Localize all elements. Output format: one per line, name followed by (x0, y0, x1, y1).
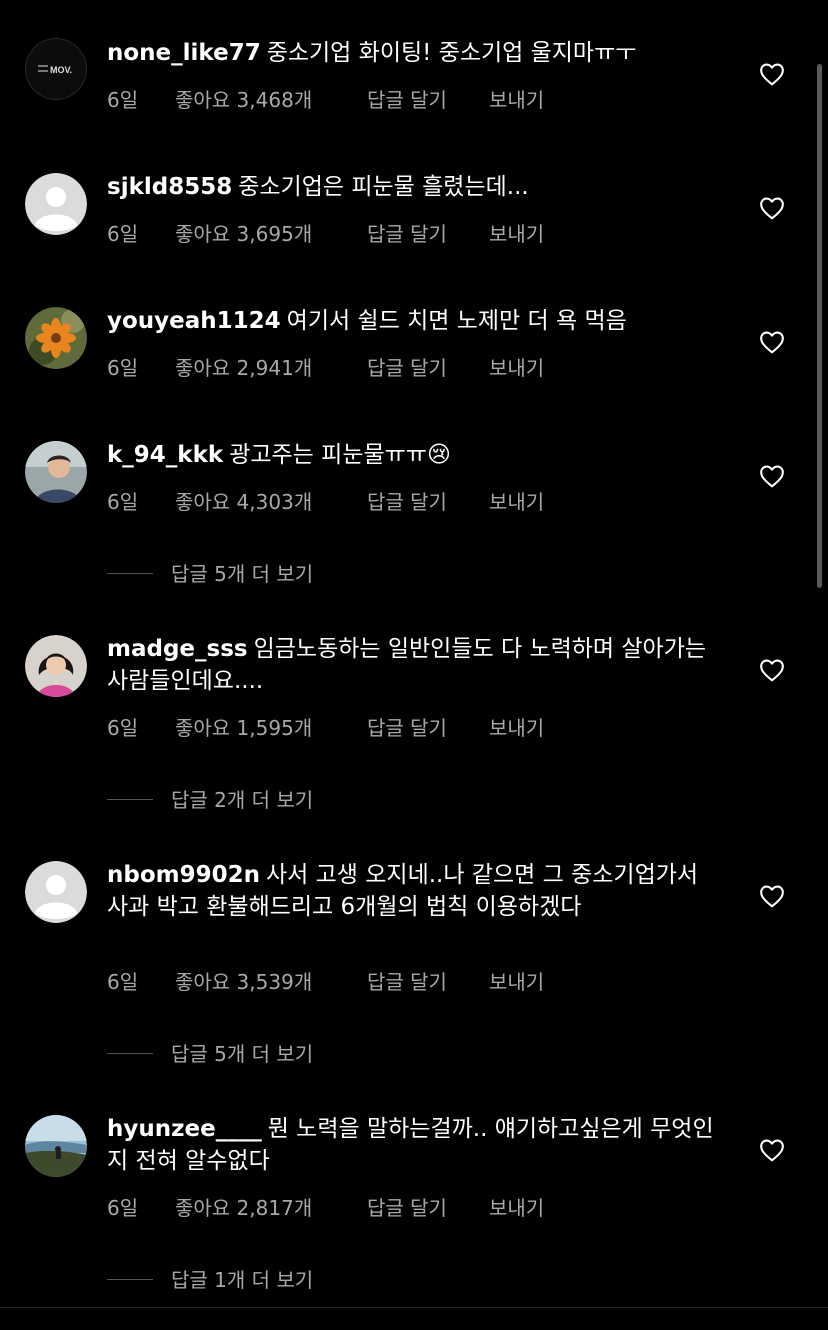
comment-username[interactable]: hyunzee____ (107, 1116, 262, 1142)
view-replies-button[interactable]: 답글 5개 더 보기 (107, 559, 367, 589)
reply-button[interactable]: 답글 달기 (367, 714, 489, 742)
reply-button[interactable]: 답글 달기 (367, 968, 489, 996)
heart-icon[interactable] (759, 196, 785, 220)
replies-divider-line (107, 573, 153, 574)
heart-icon[interactable] (759, 1138, 785, 1162)
comment-likes[interactable]: 좋아요 1,595개 (175, 714, 367, 742)
comment-body: 중소기업 화이팅! 중소기업 울지마ㅠㅜ (266, 40, 637, 66)
comment-likes[interactable]: 좋아요 4,303개 (175, 488, 367, 516)
default-avatar[interactable] (25, 173, 87, 235)
comment-likes[interactable]: 좋아요 3,468개 (175, 86, 367, 114)
send-button[interactable]: 보내기 (489, 1194, 544, 1222)
replies-divider-line (107, 799, 153, 800)
view-replies-label: 답글 5개 더 보기 (171, 1042, 314, 1066)
replies-divider-line (107, 1279, 153, 1280)
comment-text-block: none_like77 중소기업 화이팅! 중소기업 울지마ㅠㅜ (107, 37, 717, 69)
comment-username[interactable]: youyeah1124 (107, 308, 281, 334)
comment-likes[interactable]: 좋아요 2,817개 (175, 1194, 367, 1222)
send-button[interactable]: 보내기 (489, 354, 544, 382)
reply-button[interactable]: 답글 달기 (367, 354, 489, 382)
view-replies-label: 답글 1개 더 보기 (171, 1268, 314, 1292)
comment-time: 6일 (107, 970, 139, 994)
comment-meta: 6일 좋아요 1,595개 답글 달기 보내기 (107, 714, 544, 742)
send-button[interactable]: 보내기 (489, 968, 544, 996)
comment-time: 6일 (107, 88, 139, 112)
comment-text-block: hyunzee____ 뭔 노력을 말하는걸까.. 얘기하고싶은게 무엇인지 전혀… (107, 1113, 717, 1177)
reply-button[interactable]: 답글 달기 (367, 220, 489, 248)
comment-meta: 6일 좋아요 2,817개 답글 달기 보내기 (107, 1194, 544, 1222)
flower-photo-avatar[interactable] (25, 307, 87, 369)
comment-time: 6일 (107, 356, 139, 380)
send-button[interactable]: 보내기 (489, 220, 544, 248)
heart-icon[interactable] (759, 330, 785, 354)
comment-time: 6일 (107, 716, 139, 740)
send-button[interactable]: 보내기 (489, 714, 544, 742)
comment-meta: 6일 좋아요 3,695개 답글 달기 보내기 (107, 220, 544, 248)
view-replies-button[interactable]: 답글 2개 더 보기 (107, 785, 367, 815)
bottom-divider (0, 1307, 828, 1308)
comment-text-block: youyeah1124 여기서 쉴드 치면 노제만 더 욕 먹음 (107, 305, 717, 337)
heart-icon[interactable] (759, 464, 785, 488)
scrollbar-thumb[interactable] (817, 64, 822, 588)
reply-button[interactable]: 답글 달기 (367, 1194, 489, 1222)
landscape-photo-avatar[interactable] (25, 1115, 87, 1177)
view-replies-label: 답글 5개 더 보기 (171, 562, 314, 586)
person-photo-avatar[interactable] (25, 635, 87, 697)
comment-likes[interactable]: 좋아요 2,941개 (175, 354, 367, 382)
comment-text-block: sjkld8558 중소기업은 피눈물 흘렸는데... (107, 171, 717, 203)
comment-username[interactable]: nbom9902n (107, 862, 260, 888)
send-button[interactable]: 보내기 (489, 86, 544, 114)
heart-icon[interactable] (759, 62, 785, 86)
comment-text-block: nbom9902n 사서 고생 오지네..나 같으면 그 중소기업가서 사과 박고… (107, 859, 717, 923)
comment-likes[interactable]: 좋아요 3,539개 (175, 968, 367, 996)
comment-body: 여기서 쉴드 치면 노제만 더 욕 먹음 (286, 308, 627, 334)
default-avatar[interactable] (25, 861, 87, 923)
comment-meta: 6일 좋아요 3,539개 답글 달기 보내기 (107, 968, 544, 996)
reply-button[interactable]: 답글 달기 (367, 488, 489, 516)
heart-icon[interactable] (759, 884, 785, 908)
comment-meta: 6일 좋아요 4,303개 답글 달기 보내기 (107, 488, 544, 516)
comment-username[interactable]: k_94_kkk (107, 442, 223, 468)
comment-time: 6일 (107, 1196, 139, 1220)
heart-icon[interactable] (759, 658, 785, 682)
send-button[interactable]: 보내기 (489, 488, 544, 516)
comment-body: 광고주는 피눈물ㅠㅠ😢 (229, 442, 451, 468)
comment-meta: 6일 좋아요 3,468개 답글 달기 보내기 (107, 86, 544, 114)
comment-body: 중소기업은 피눈물 흘렸는데... (238, 174, 529, 200)
comment-username[interactable]: none_like77 (107, 40, 261, 66)
comment-meta: 6일 좋아요 2,941개 답글 달기 보내기 (107, 354, 544, 382)
dark-logo-avatar[interactable]: MOV. (25, 38, 87, 100)
comment-text-block: k_94_kkk 광고주는 피눈물ㅠㅠ😢 (107, 439, 717, 471)
comment-time: 6일 (107, 490, 139, 514)
view-replies-button[interactable]: 답글 1개 더 보기 (107, 1265, 367, 1295)
comment-likes[interactable]: 좋아요 3,695개 (175, 220, 367, 248)
comment-time: 6일 (107, 222, 139, 246)
person-photo-avatar[interactable] (25, 441, 87, 503)
comment-username[interactable]: madge_sss (107, 636, 248, 662)
replies-divider-line (107, 1053, 153, 1054)
view-replies-label: 답글 2개 더 보기 (171, 788, 314, 812)
avatar-logo-text: MOV. (50, 65, 72, 75)
reply-button[interactable]: 답글 달기 (367, 86, 489, 114)
comment-text-block: madge_sss 임금노동하는 일반인들도 다 노력하며 살아가는 사람들인데요… (107, 633, 717, 697)
view-replies-button[interactable]: 답글 5개 더 보기 (107, 1039, 367, 1069)
comment-username[interactable]: sjkld8558 (107, 174, 232, 200)
